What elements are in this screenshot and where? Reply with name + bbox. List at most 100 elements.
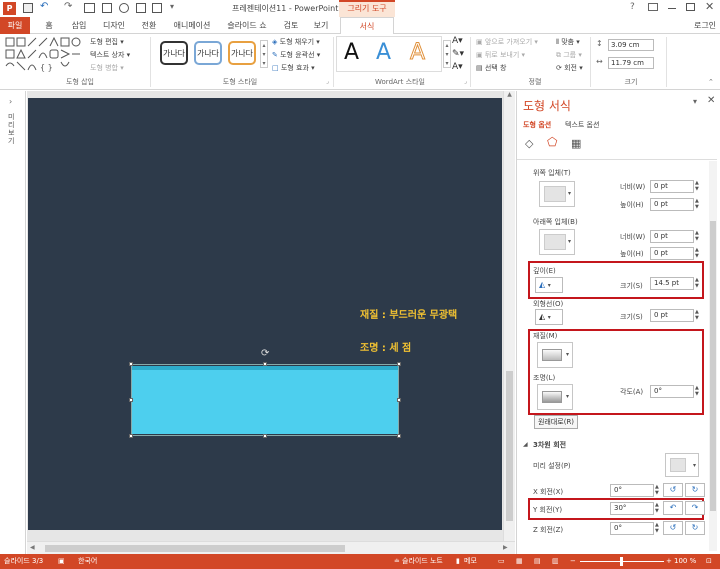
fill-line-icon[interactable]: ◇ xyxy=(525,137,533,150)
top-bevel-dropdown[interactable]: ▾ xyxy=(539,181,575,207)
shape-gallery[interactable]: { } xyxy=(4,36,82,72)
spinner-icon[interactable]: ▲ ▼ xyxy=(655,502,659,514)
bottom-bevel-dropdown[interactable]: ▾ xyxy=(539,229,575,255)
zoom-out-icon[interactable]: − xyxy=(570,554,576,569)
rotate-handle-icon[interactable]: ⟳ xyxy=(261,348,269,359)
shape-width-field[interactable]: 11.79 cm xyxy=(608,57,654,69)
slide-sorter-icon[interactable]: ▦ xyxy=(516,554,523,569)
wordart-scroll-icon[interactable]: ▴ ▾ ▾ xyxy=(443,40,451,68)
top-width-field[interactable]: 0 pt xyxy=(650,180,694,193)
account-label[interactable]: 로그인 xyxy=(690,17,720,34)
zoom-slider[interactable] xyxy=(580,557,664,566)
contour-color-button[interactable]: ◭ ▾ xyxy=(535,309,563,325)
horizontal-scrollbar[interactable]: ◀ ▶ xyxy=(27,541,515,554)
reading-view-icon[interactable]: ▤ xyxy=(534,554,541,569)
rotation-presets-dropdown[interactable]: ▾ xyxy=(665,453,699,477)
material-dropdown[interactable]: ▾ xyxy=(537,342,573,368)
save-icon[interactable] xyxy=(23,3,33,13)
resize-handle[interactable] xyxy=(397,398,401,402)
spinner-icon[interactable]: ▲ ▼ xyxy=(695,180,699,192)
spinner-icon[interactable]: ▲ ▼ xyxy=(695,277,699,289)
fit-to-window-icon[interactable]: ⊡ xyxy=(706,554,712,569)
dialog-launcher-icon[interactable]: ⌟ xyxy=(464,78,467,85)
qat-customize-icon[interactable]: ▾ xyxy=(170,2,174,11)
tab-slideshow[interactable]: 슬라이드 쇼 xyxy=(222,17,272,34)
pane-scroll-thumb[interactable] xyxy=(710,221,716,511)
vertical-scrollbar[interactable]: ▲ xyxy=(503,91,515,541)
resize-handle[interactable] xyxy=(263,362,267,366)
wordart-style-black[interactable]: A xyxy=(344,38,359,68)
wordart-style-orange[interactable]: A xyxy=(409,38,425,68)
more-icon[interactable] xyxy=(152,3,162,13)
tab-format[interactable]: 서식 xyxy=(340,17,394,35)
comments-icon[interactable]: ▮ xyxy=(456,554,460,569)
close-icon[interactable]: ✕ xyxy=(705,0,714,13)
shape-style-3[interactable]: 가나다 xyxy=(228,41,256,65)
resize-handle[interactable] xyxy=(129,398,133,402)
shape-effects-button[interactable]: □ 도형 효과 ▾ xyxy=(272,63,315,73)
maximize-icon[interactable] xyxy=(686,3,695,11)
notes-button[interactable]: 슬라이드 노트 xyxy=(402,554,443,569)
size-properties-icon[interactable]: ▦ xyxy=(571,137,581,150)
lighting-annotation[interactable]: 조명 : 세 점 xyxy=(360,339,411,354)
tab-design[interactable]: 디자인 xyxy=(98,17,130,34)
rotation-section-title[interactable]: 3차원 회전 xyxy=(533,440,566,450)
send-backward-button[interactable]: ▣ 뒤로 보내기 ▾ xyxy=(476,50,525,60)
text-effects-icon[interactable]: A▾ xyxy=(452,62,463,72)
tab-transitions[interactable]: 전환 xyxy=(136,17,162,34)
text-fill-icon[interactable]: A▾ xyxy=(452,36,463,46)
resize-handle[interactable] xyxy=(129,362,133,366)
normal-view-icon[interactable]: ▭ xyxy=(498,554,505,569)
scroll-up-icon[interactable]: ▲ xyxy=(504,91,515,98)
resize-handle[interactable] xyxy=(263,434,267,438)
spinner-icon[interactable]: ▲ ▼ xyxy=(695,385,699,397)
tab-text-options[interactable]: 텍스트 옵션 xyxy=(565,120,599,130)
dialog-launcher-icon[interactable]: ⌟ xyxy=(326,78,329,85)
bring-forward-button[interactable]: ▣ 앞으로 가져오기 ▾ xyxy=(476,37,538,47)
spinner-icon[interactable]: ▲ ▼ xyxy=(695,247,699,259)
merge-shapes-button[interactable]: 도형 병합 ▾ xyxy=(90,63,124,73)
group-button[interactable]: ⧉ 그룹 ▾ xyxy=(556,50,582,60)
tab-file[interactable]: 파일 xyxy=(0,17,30,34)
x-rotate-left-icon[interactable]: ↺ xyxy=(663,483,683,497)
scroll-left-icon[interactable]: ◀ xyxy=(30,544,35,551)
pane-scrollbar[interactable] xyxy=(709,161,717,551)
zoom-slider-thumb[interactable] xyxy=(620,557,623,566)
bottom-width-field[interactable]: 0 pt xyxy=(650,230,694,243)
undo-icon[interactable]: ↶ xyxy=(40,1,48,12)
start-slideshow-icon[interactable] xyxy=(84,3,95,13)
depth-size-field[interactable]: 14.5 pt xyxy=(650,277,694,290)
shape-height-field[interactable]: 3.09 cm xyxy=(608,39,654,51)
selection-pane-button[interactable]: ▤ 선택 창 xyxy=(476,63,506,73)
material-annotation[interactable]: 재질 : 부드러운 무광택 xyxy=(360,306,457,321)
tab-view[interactable]: 보기 xyxy=(308,17,334,34)
z-rotate-right-icon[interactable]: ↻ xyxy=(685,521,705,535)
tab-insert[interactable]: 삽입 xyxy=(66,17,92,34)
pane-options-icon[interactable]: ▾ xyxy=(693,97,697,106)
shape-style-2[interactable]: 가나다 xyxy=(194,41,222,65)
redo-icon[interactable]: ↷ xyxy=(64,1,72,12)
align-button[interactable]: ⫴ 맞춤 ▾ xyxy=(556,37,580,47)
language-indicator[interactable]: 한국어 xyxy=(78,554,97,569)
depth-color-button[interactable]: ◭ ▾ xyxy=(535,277,563,293)
tab-review[interactable]: 검토 xyxy=(278,17,304,34)
scroll-thumb[interactable] xyxy=(506,371,513,521)
shape-icon[interactable] xyxy=(119,3,129,13)
shape-style-1[interactable]: 가나다 xyxy=(160,41,188,65)
slide-counter[interactable]: 슬라이드 3/3 xyxy=(4,554,43,569)
style-gallery-scroll-icon[interactable]: ▴ ▾ ▾ xyxy=(260,40,268,68)
resize-handle[interactable] xyxy=(397,434,401,438)
z-rotate-left-icon[interactable]: ↺ xyxy=(663,521,683,535)
expand-thumbnails-icon[interactable]: › xyxy=(9,97,12,106)
ribbon-display-icon[interactable] xyxy=(648,3,658,11)
spinner-icon[interactable]: ▲ ▼ xyxy=(695,309,699,321)
collapse-ribbon-icon[interactable]: ⌃ xyxy=(708,78,714,86)
proofing-icon[interactable]: ▣ xyxy=(58,554,65,569)
align-icon[interactable] xyxy=(136,3,146,13)
tab-home[interactable]: 홈 xyxy=(38,17,60,34)
light-angle-field[interactable]: 0° xyxy=(650,385,694,398)
top-height-field[interactable]: 0 pt xyxy=(650,198,694,211)
bottom-height-field[interactable]: 0 pt xyxy=(650,247,694,260)
notes-icon[interactable]: ≐ xyxy=(394,554,400,569)
zoom-level[interactable]: 100 % xyxy=(674,554,696,569)
